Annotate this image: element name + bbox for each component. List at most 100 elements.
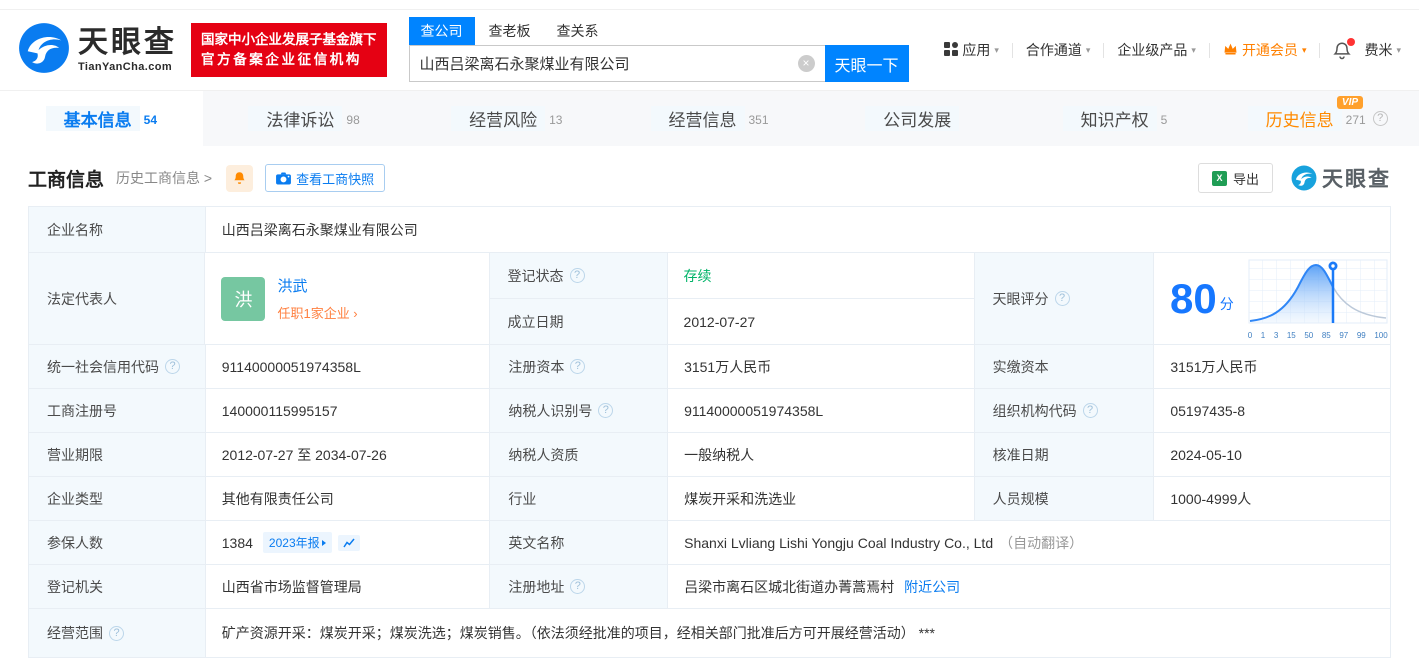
trend-chart-button[interactable] <box>337 534 360 551</box>
nav-enterprise-label: 企业级产品 <box>1117 42 1188 58</box>
tianyancha-swirl-icon <box>18 22 70 79</box>
tab-business-info[interactable]: 经营信息 351 <box>608 91 811 146</box>
rep-companies-link[interactable]: 任职1家企业 › <box>277 303 357 322</box>
tab-count: 5 <box>1160 112 1168 127</box>
tab-count: 54 <box>143 112 158 127</box>
tab-label: 知识产权 <box>1062 106 1157 131</box>
help-icon[interactable]: ? <box>569 268 585 283</box>
reg-address-value: 吕梁市离石区城北街道办菁蒿焉村 <box>684 578 895 595</box>
search-tab-company[interactable]: 查公司 <box>408 17 475 45</box>
field-label: 实缴资本 <box>974 345 1155 389</box>
help-icon[interactable]: ? <box>1372 111 1388 126</box>
view-business-snapshot-button[interactable]: 查看工商快照 <box>265 164 386 192</box>
tab-intellectual-property[interactable]: 知识产权 5 <box>1014 91 1217 146</box>
search-tab-boss[interactable]: 查老板 <box>477 17 543 45</box>
label-text: 经营范围 <box>47 625 103 641</box>
nav-user-account[interactable]: 费米 ▾ <box>1364 40 1401 60</box>
clear-search-icon[interactable]: × <box>797 55 815 72</box>
legal-rep-link[interactable]: 洪武 <box>277 275 357 296</box>
table-row: 参保人数 1384 2023年报 英文名称 Shanxi Lvliang Lis… <box>29 521 1391 565</box>
search-input[interactable] <box>408 45 825 82</box>
field-label: 英文名称 <box>490 521 669 565</box>
search-module: 查公司 查老板 查关系 × 天眼一下 <box>408 17 909 82</box>
tab-business-risk[interactable]: 经营风险 13 <box>405 91 608 146</box>
field-label: 纳税人资质 <box>490 433 669 477</box>
industry-value: 煤炭开采和洗选业 <box>668 477 975 521</box>
label-text: 注册地址 <box>508 578 565 595</box>
score-distribution-chart: 0 1 3 15 50 85 97 99 100 <box>1248 257 1388 340</box>
tab-company-development[interactable]: 公司发展 <box>811 91 1014 146</box>
bell-icon <box>234 172 245 184</box>
crown-icon <box>1223 42 1238 58</box>
site-logo[interactable]: 天眼查 TianYanCha.com <box>18 22 177 79</box>
history-business-info-link[interactable]: 历史工商信息 > <box>116 168 212 188</box>
company-type-value: 其他有限责任公司 <box>205 477 491 521</box>
help-icon[interactable]: ? <box>165 359 180 374</box>
divider <box>1319 42 1321 58</box>
field-label: 登记机关 <box>29 565 206 609</box>
field-label: 人员规模 <box>974 477 1155 521</box>
table-row: 登记机关 山西省市场监督管理局 注册地址 ? 吕梁市离石区城北街道办菁蒿焉村 附… <box>29 565 1391 609</box>
field-label: 注册资本 ? <box>490 345 669 389</box>
help-icon[interactable]: ? <box>109 625 124 641</box>
tab-count: 13 <box>549 112 563 127</box>
avatar[interactable]: 洪 <box>221 276 266 321</box>
reg-address-cell: 吕梁市离石区城北街道办菁蒿焉村 附近公司 <box>668 565 1391 609</box>
nav-enterprise-products[interactable]: 企业级产品 ▾ <box>1117 40 1196 60</box>
chevron-down-icon: ▾ <box>1191 44 1196 55</box>
nearby-companies-link[interactable]: 附近公司 <box>904 577 960 597</box>
annual-report-badge[interactable]: 2023年报 <box>262 532 332 553</box>
subscribe-alert-button[interactable] <box>226 164 254 192</box>
brand-domain: TianYanCha.com <box>78 60 173 73</box>
field-label: 法定代表人 <box>29 253 206 345</box>
badge-line1: 国家中小企业发展子基金旗下 <box>201 32 377 48</box>
nav-vip-label: 开通会员 <box>1241 42 1298 58</box>
table-row: 经营范围 ? 矿产资源开采：煤炭开采；煤炭洗选；煤炭销售。（依法须经批准的项目，… <box>29 609 1390 657</box>
tab-label: 历史信息 <box>1247 106 1342 131</box>
field-label: 注册地址 ? <box>490 565 669 609</box>
nav-apps-label: 应用 <box>962 42 991 58</box>
line-chart-icon <box>343 538 355 547</box>
field-label: 参保人数 <box>29 521 206 565</box>
help-icon[interactable]: ? <box>598 403 614 418</box>
camera-icon <box>276 171 292 185</box>
section-header: 工商信息 历史工商信息 > 查看工商快照 X 导出 天眼查 <box>28 163 1391 193</box>
english-name-value: Shanxi Lvliang Lishi Yongju Coal Industr… <box>684 534 994 551</box>
help-icon[interactable]: ? <box>1082 403 1098 418</box>
section-title: 工商信息 <box>28 169 105 191</box>
help-icon[interactable]: ? <box>570 359 586 374</box>
tab-count: 271 <box>1345 112 1366 127</box>
help-icon[interactable]: ? <box>1054 291 1070 306</box>
watermark-text: 天眼查 <box>1322 168 1391 191</box>
arrow-right-icon <box>321 539 326 546</box>
top-navigation: 应用 ▾ 合作通道 ▾ 企业级产品 ▾ 开通会员 ▾ 费米 ▾ <box>944 37 1401 60</box>
search-tab-relation[interactable]: 查关系 <box>545 17 611 45</box>
business-scope-value: 矿产资源开采：煤炭开采；煤炭洗选；煤炭销售。（依法须经批准的项目，经相关部门批准… <box>205 609 1390 657</box>
field-label: 营业期限 <box>29 433 206 477</box>
badge-line2: 官方备案企业征信机构 <box>201 52 362 67</box>
legal-rep-cell: 洪 洪武 任职1家企业 › <box>205 253 490 345</box>
reg-capital-value: 3151万人民币 <box>668 345 975 389</box>
tab-legal-proceedings[interactable]: 法律诉讼 98 <box>203 91 406 146</box>
nav-apps[interactable]: 应用 ▾ <box>944 40 999 60</box>
table-row: 统一社会信用代码 ? 91140000051974358L 注册资本 ? 315… <box>29 345 1391 389</box>
notification-bell[interactable] <box>1333 37 1356 60</box>
reg-authority-value: 山西省市场监督管理局 <box>205 565 491 609</box>
nav-partner-channel[interactable]: 合作通道 ▾ <box>1026 40 1091 60</box>
insured-count-cell: 1384 2023年报 <box>205 521 491 565</box>
credit-code-value: 91140000051974358L <box>205 345 491 389</box>
field-label: 企业名称 <box>29 207 206 253</box>
help-icon[interactable]: ? <box>570 579 586 594</box>
chevron-down-icon: ▾ <box>1085 44 1091 55</box>
field-label: 登记状态 ? <box>489 253 668 299</box>
site-header: 天眼查 TianYanCha.com 国家中小企业发展子基金旗下 官方备案企业征… <box>0 10 1419 90</box>
tab-basic-info[interactable]: 基本信息 54 <box>0 91 203 146</box>
search-button[interactable]: 天眼一下 <box>824 45 909 82</box>
export-button[interactable]: X 导出 <box>1197 163 1273 193</box>
table-row: 企业名称 山西吕梁离石永聚煤业有限公司 <box>29 207 1390 253</box>
score-axis: 0 1 3 15 50 85 97 99 100 <box>1247 331 1388 340</box>
snapshot-label: 查看工商快照 <box>296 171 375 187</box>
tab-history-info[interactable]: VIP 历史信息 271 ? <box>1216 91 1419 146</box>
chevron-down-icon: ▾ <box>1301 44 1307 55</box>
nav-vip-membership[interactable]: 开通会员 ▾ <box>1223 40 1307 60</box>
